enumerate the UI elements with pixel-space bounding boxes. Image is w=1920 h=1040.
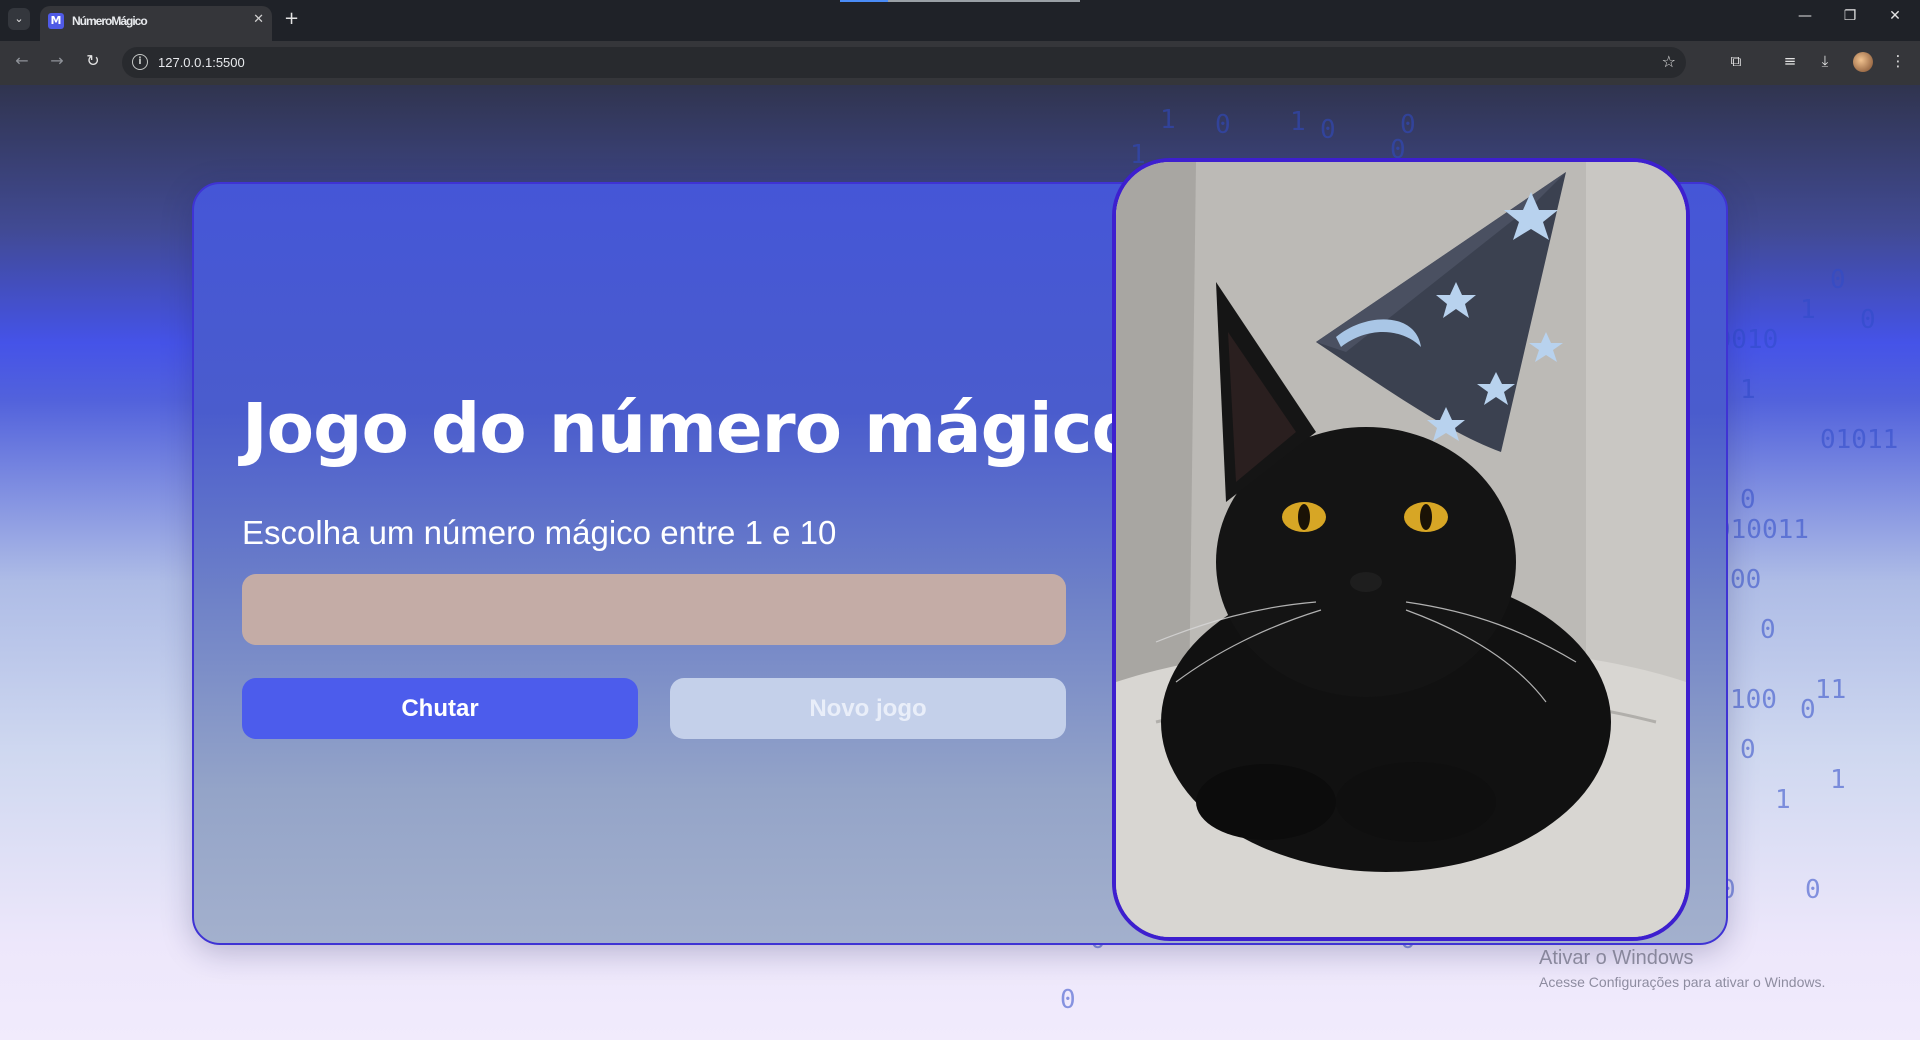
back-icon[interactable]: ← — [10, 51, 34, 70]
reading-list-icon[interactable]: ≡ — [1778, 52, 1802, 70]
reload-icon[interactable]: ↻ — [81, 51, 105, 70]
window-close-icon[interactable]: ✕ — [1883, 8, 1907, 24]
background-digit: 100 — [1730, 685, 1777, 715]
background-digit: 010011 — [1715, 515, 1809, 545]
guess-button[interactable]: Chutar — [242, 678, 638, 739]
tab-search-chevron-icon[interactable]: ⌄ — [8, 8, 30, 30]
extensions-icon[interactable]: ⧉ — [1724, 52, 1748, 70]
site-info-icon[interactable]: i — [132, 54, 148, 70]
page-title: Jogo do número mágico — [242, 389, 1139, 469]
background-digit: 00 — [1730, 565, 1762, 595]
watermark-subtitle: Acesse Configurações para ativar o Windo… — [1539, 974, 1826, 990]
tab-title: NúmeroMágico — [72, 14, 148, 28]
windows-activation-watermark: Ativar o Windows Acesse Configurações pa… — [1539, 947, 1825, 990]
background-digit: 0 — [1320, 115, 1336, 145]
watermark-title: Ativar o Windows — [1539, 947, 1694, 969]
background-digit: 1 — [1800, 295, 1816, 325]
background-digit: 0 — [1740, 485, 1756, 515]
background-digit: 11 — [1815, 675, 1847, 705]
url-text: 127.0.0.1:5500 — [158, 55, 245, 70]
guess-input[interactable] — [242, 574, 1066, 645]
background-digit: 0 — [1860, 305, 1876, 335]
new-game-button[interactable]: Novo jogo — [670, 678, 1066, 739]
page-viewport: 1010010010100101000100100101100100110001… — [0, 85, 1920, 1040]
background-digit: 0 — [1760, 615, 1776, 645]
background-digit: 0 — [1215, 110, 1231, 140]
cat-illustration — [1116, 162, 1686, 937]
background-digit: 1 — [1830, 765, 1846, 795]
instruction-text: Escolha um número mágico entre 1 e 10 — [242, 514, 837, 551]
wizard-cat-image — [1112, 158, 1690, 941]
menu-kebab-icon[interactable]: ⋮ — [1886, 52, 1910, 70]
background-digit: 0 — [1740, 735, 1756, 765]
background-digit: 0 — [1805, 875, 1821, 905]
background-digit: 0 — [1830, 265, 1846, 295]
background-digit: 1 — [1740, 375, 1756, 405]
background-digit: 1 — [1160, 105, 1176, 135]
background-digit: 1 — [1290, 107, 1306, 137]
profile-avatar[interactable] — [1853, 52, 1873, 72]
new-tab-icon[interactable]: + — [284, 8, 299, 30]
forward-icon[interactable]: → — [45, 51, 69, 70]
loading-progress — [840, 0, 1080, 2]
background-digit: 01011 — [1820, 425, 1899, 455]
download-icon[interactable]: ⤓ — [1813, 52, 1837, 70]
browser-toolbar: ← → ↻ i 127.0.0.1:5500 ☆ ⧉ ≡ ⤓ ⋮ — [0, 41, 1920, 85]
tab-strip: ⌄ M NúmeroMágico ✕ + — ❐ ✕ — [0, 0, 1920, 41]
minimize-icon[interactable]: — — [1793, 8, 1817, 24]
close-tab-icon[interactable]: ✕ — [253, 12, 264, 27]
browser-tab[interactable]: M NúmeroMágico ✕ — [40, 6, 272, 41]
bookmark-star-icon[interactable]: ☆ — [1662, 52, 1676, 71]
restore-icon[interactable]: ❐ — [1838, 8, 1862, 24]
address-bar[interactable]: i 127.0.0.1:5500 ☆ — [122, 47, 1686, 78]
background-digit: 0 — [1060, 985, 1076, 1015]
background-digit: 1 — [1775, 785, 1791, 815]
favicon-icon: M — [48, 13, 64, 29]
background-digit: 0 — [1800, 695, 1816, 725]
